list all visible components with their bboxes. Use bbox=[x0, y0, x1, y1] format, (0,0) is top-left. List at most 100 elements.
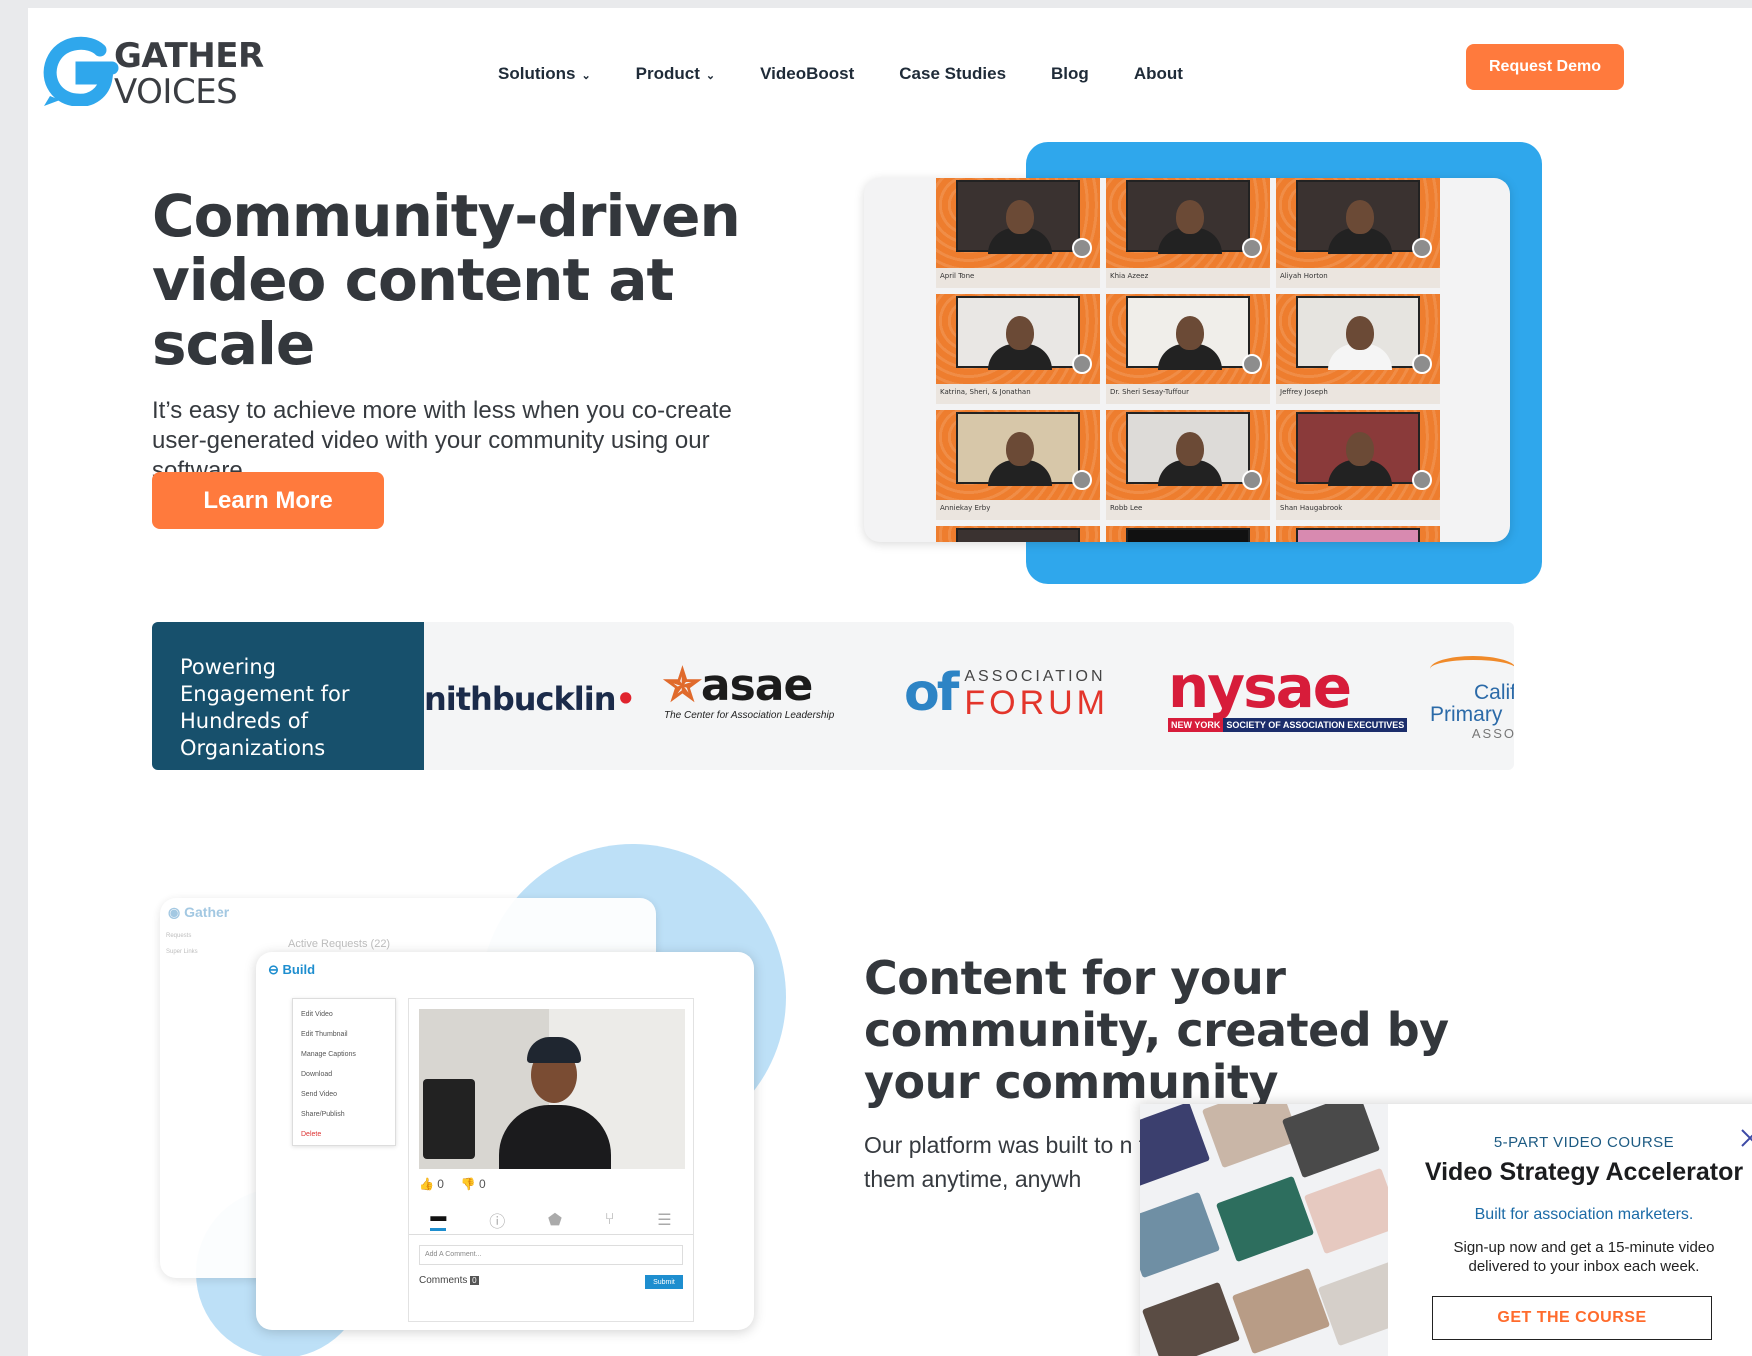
menu-edit-thumbnail: Edit Thumbnail bbox=[301, 1031, 348, 1038]
smithbucklin-text: nithbucklin bbox=[424, 680, 616, 718]
cal-line1: Calif bbox=[1473, 681, 1514, 704]
video-caption: Shan Haugabrook bbox=[1280, 504, 1343, 512]
app-sidebar: Requests Super Links bbox=[166, 928, 198, 960]
video-frame bbox=[419, 1009, 685, 1169]
popup-collage-image bbox=[1140, 1104, 1388, 1356]
cal-line2: Primary bbox=[1430, 703, 1503, 726]
video-tile[interactable]: Shan Haugabrook bbox=[1276, 410, 1440, 520]
video-tile[interactable]: Robb Lee bbox=[1106, 410, 1270, 520]
video-player: 👍 0 👎 0 ▬ ⓘ ⬟ ⑂ ☰ Add A Comment... Comme… bbox=[408, 998, 694, 1322]
popup-kicker: 5-PART VIDEO COURSE bbox=[1493, 1134, 1675, 1151]
swoosh-icon bbox=[1430, 656, 1514, 682]
video-tile[interactable] bbox=[1106, 526, 1270, 542]
video-tile[interactable]: Katrina, Sheri, & Jonathan bbox=[936, 294, 1100, 404]
dot-icon: • bbox=[615, 680, 635, 718]
nysae-logo: nysae NEW YORK SOCIETY OF ASSOCIATION EX… bbox=[1168, 653, 1408, 732]
votes-up-count: 0 bbox=[437, 1177, 444, 1191]
learn-more-button[interactable]: Learn More bbox=[152, 472, 384, 529]
nav-videoboost[interactable]: VideoBoost bbox=[760, 64, 854, 84]
strip-label: Powering Engagement for Hundreds of Orga… bbox=[152, 622, 424, 770]
nav-about[interactable]: About bbox=[1134, 64, 1183, 84]
menu-manage-captions: Manage Captions bbox=[301, 1051, 356, 1058]
sidebar-item-super-links: Super Links bbox=[166, 949, 198, 955]
info-icon: ⓘ bbox=[489, 1213, 506, 1231]
popup-content: 5-PART VIDEO COURSE Video Strategy Accel… bbox=[1388, 1104, 1752, 1356]
logo-line1: GATHER bbox=[114, 36, 264, 76]
branch-icon: ⑂ bbox=[604, 1210, 615, 1228]
video-actions-menu: Edit Video Edit Thumbnail Manage Caption… bbox=[292, 998, 396, 1146]
video-caption: Robb Lee bbox=[1110, 504, 1143, 512]
video-tile[interactable]: April Tone bbox=[936, 178, 1100, 288]
nav-case-studies[interactable]: Case Studies bbox=[899, 64, 1006, 84]
thumbs-up-icon: 👍 bbox=[419, 1177, 434, 1191]
play-icon bbox=[1242, 470, 1262, 490]
gather-app-title: ◉ Gather bbox=[168, 904, 230, 920]
thumbs-down-icon: 👎 bbox=[460, 1177, 476, 1191]
video-tile[interactable]: Jeffrey Joseph bbox=[1276, 294, 1440, 404]
main-nav: Solutions ⌄ Product ⌄ VideoBoost Case Stud… bbox=[498, 64, 1228, 84]
request-demo-button[interactable]: Request Demo bbox=[1466, 44, 1624, 90]
logo-line2: VOICES bbox=[114, 72, 238, 112]
client-logos-strip: Powering Engagement for Hundreds of Orga… bbox=[152, 622, 1514, 770]
gather-app-title-text: Gather bbox=[184, 904, 230, 920]
nav-blog[interactable]: Blog bbox=[1051, 64, 1089, 84]
votes-down-count: 0 bbox=[478, 1177, 486, 1191]
cal-line3: ASSO bbox=[1471, 726, 1514, 741]
comments-count: 0 bbox=[470, 1276, 479, 1285]
chevron-down-icon: ⌄ bbox=[705, 69, 716, 82]
nysae-wordmark: nysae bbox=[1168, 653, 1352, 721]
logo-wordmark: GATHER VOICES bbox=[114, 38, 264, 110]
votes: 👍 0 👎 0 bbox=[419, 1177, 486, 1191]
submit-button-image: Submit bbox=[645, 1275, 683, 1289]
logo-g-icon bbox=[43, 36, 119, 106]
forum-text: ASSOCIATION FORUM bbox=[964, 668, 1109, 720]
nysae-bar-left: NEW YORK bbox=[1168, 718, 1224, 732]
list-icon: ☰ bbox=[657, 1211, 672, 1229]
play-icon bbox=[1242, 354, 1262, 374]
forum-mark: of bbox=[904, 663, 959, 723]
video-tile[interactable]: Khia Azeez bbox=[1106, 178, 1270, 288]
video-tile[interactable]: Aliyah Horton bbox=[1276, 178, 1440, 288]
speaker-image bbox=[423, 1079, 475, 1159]
chevron-down-icon: ⌄ bbox=[581, 69, 591, 82]
course-popup: 5-PART VIDEO COURSE Video Strategy Accel… bbox=[1140, 1104, 1752, 1356]
build-header: ⊖ Build bbox=[268, 962, 316, 977]
play-icon bbox=[1412, 238, 1432, 258]
video-caption: Jeffrey Joseph bbox=[1280, 388, 1328, 396]
nysae-bar: NEW YORK SOCIETY OF ASSOCIATION EXECUTIV… bbox=[1168, 718, 1408, 732]
video-tile[interactable] bbox=[1276, 526, 1440, 542]
play-icon bbox=[1242, 238, 1262, 258]
video-tile[interactable] bbox=[936, 526, 1100, 542]
video-caption: April Tone bbox=[940, 272, 975, 280]
asae-logo: ✯asae The Center for Association Leaders… bbox=[664, 664, 834, 722]
star-icon: ✯ bbox=[664, 661, 701, 710]
nav-solutions[interactable]: Solutions ⌄ bbox=[498, 64, 591, 84]
page: GATHER VOICES Solutions ⌄ Product ⌄ VideoB… bbox=[28, 8, 1752, 1356]
nysae-bar-right: SOCIETY OF ASSOCIATION EXECUTIVES bbox=[1223, 718, 1408, 732]
video-caption: Khia Azeez bbox=[1110, 272, 1149, 280]
popup-built-for: Built for association marketers. bbox=[1474, 1206, 1694, 1223]
gather-voices-logo[interactable]: GATHER VOICES bbox=[42, 32, 272, 112]
menu-send-video: Send Video bbox=[301, 1091, 338, 1098]
video-tile[interactable]: Anniekay Erby bbox=[936, 410, 1100, 520]
hero-title: Community-driven video content at scale bbox=[152, 182, 741, 378]
menu-share-publish: Share/Publish bbox=[301, 1111, 345, 1118]
active-requests-label: Active Requests (22) bbox=[288, 938, 391, 950]
get-the-course-button[interactable]: GET THE COURSE bbox=[1432, 1296, 1712, 1340]
section2-title: Content for your community, created by y… bbox=[864, 951, 1449, 1109]
california-primary-logo: Calif Primary ASSO bbox=[1430, 656, 1514, 741]
video-caption: Dr. Sheri Sesay-Tuffour bbox=[1110, 388, 1189, 396]
comments-label: Comments 0 bbox=[419, 1275, 479, 1286]
video-caption: Aliyah Horton bbox=[1280, 272, 1328, 280]
nav-product[interactable]: Product ⌄ bbox=[636, 64, 715, 84]
menu-download: Download bbox=[301, 1071, 333, 1078]
video-tile[interactable]: Dr. Sheri Sesay-Tuffour bbox=[1106, 294, 1270, 404]
app-screenshot-front: ⊖ Build Edit Video Edit Thumbnail Manage… bbox=[256, 952, 754, 1330]
tag-icon: ⬟ bbox=[548, 1211, 562, 1229]
play-icon bbox=[1072, 354, 1092, 374]
play-icon bbox=[1072, 470, 1092, 490]
nav-product-label: Product bbox=[635, 64, 700, 83]
comments-label-text: Comments bbox=[419, 1275, 468, 1286]
nav-solutions-label: Solutions bbox=[498, 64, 576, 83]
asae-wordmark: asae bbox=[700, 660, 813, 711]
